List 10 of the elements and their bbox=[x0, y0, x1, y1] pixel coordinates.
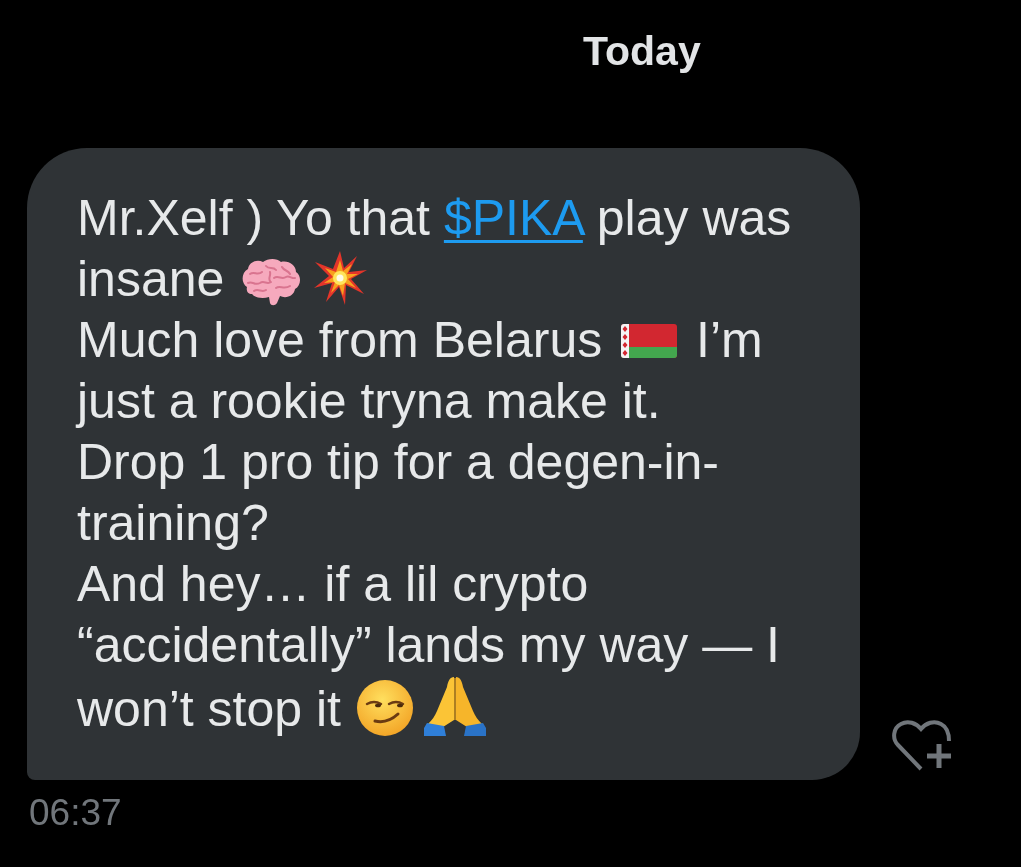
date-header: Today bbox=[583, 27, 701, 76]
collision-icon bbox=[313, 250, 368, 306]
brain-icon bbox=[240, 258, 303, 306]
smirking-face-icon bbox=[356, 680, 413, 736]
message-text: Mr.Xelf ) Yo that $PIKA play was insane Much love from Belarus I’m just a rookie tryna make it. Drop 1 pro tip for a degen-in- training? And hey… if a lil crypto “accidentally” lands my way — I won’t stop it bbox=[77, 189, 793, 739]
token-link[interactable]: $PIKA bbox=[443, 190, 583, 246]
message-time: 06:37 bbox=[29, 791, 122, 835]
flag-icon bbox=[621, 324, 678, 358]
heart-plus-icon[interactable] bbox=[892, 719, 952, 771]
folded-hands-icon bbox=[423, 676, 486, 736]
